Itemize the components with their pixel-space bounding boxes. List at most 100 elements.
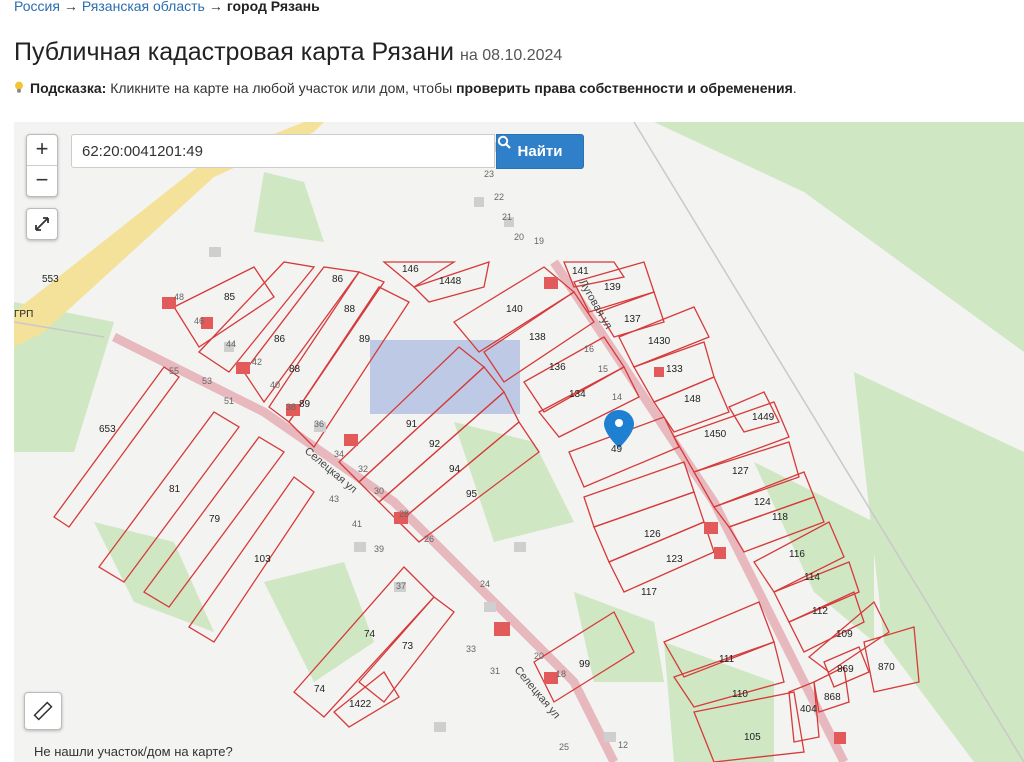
house-number: 14 xyxy=(612,392,622,402)
parcel-label: 91 xyxy=(406,419,418,430)
measure-button[interactable] xyxy=(24,692,62,730)
house-number: 36 xyxy=(314,419,324,429)
house-number: 15 xyxy=(598,364,608,374)
not-found-link[interactable]: Не нашли участок/дом на карте? xyxy=(34,744,233,759)
house-number: 38 xyxy=(286,402,296,412)
parcel-label: 1449 xyxy=(752,412,775,423)
house-number: 21 xyxy=(502,212,512,222)
parcel-label: 110 xyxy=(732,689,748,700)
house-number: 33 xyxy=(466,644,476,654)
parcel-label: 94 xyxy=(449,464,461,475)
parcel-label: 116 xyxy=(789,549,805,560)
page-title-date: на 08.10.2024 xyxy=(460,47,563,64)
house-number: 24 xyxy=(480,579,490,589)
cadastral-number-input[interactable] xyxy=(71,134,495,168)
hint-label: Подсказка: xyxy=(30,80,107,96)
zoom-in-button[interactable]: + xyxy=(27,135,57,166)
parcel-label: 81 xyxy=(169,484,181,495)
breadcrumb: Россия → Рязанская область → город Рязань xyxy=(14,0,320,14)
parcel-label: 86 xyxy=(332,274,344,285)
parcel-label: 136 xyxy=(549,362,566,373)
parcel-label: 869 xyxy=(837,664,854,675)
parcel-label: 404 xyxy=(800,704,817,715)
parcel-label: 109 xyxy=(836,629,853,640)
search-button[interactable]: Найти xyxy=(496,134,584,169)
house-number: 40 xyxy=(270,380,280,390)
breadcrumb-current: город Рязань xyxy=(226,0,320,14)
house-number: 42 xyxy=(252,357,262,367)
house-number: 22 xyxy=(494,192,504,202)
parcel-label: 133 xyxy=(666,364,683,375)
location-marker-icon[interactable] xyxy=(604,410,634,448)
search-icon xyxy=(497,135,511,149)
map-canvas[interactable]: 85 86 86 88 88 89 89 146 1448 140 138 14… xyxy=(14,122,1024,762)
house-number: 25 xyxy=(559,742,569,752)
parcel-label: 111 xyxy=(719,654,735,665)
house-number: 32 xyxy=(358,464,368,474)
house-number: 26 xyxy=(424,534,434,544)
house-number: 31 xyxy=(490,666,500,676)
parcel-label: 74 xyxy=(314,684,326,695)
parcel-label: 1450 xyxy=(704,429,727,440)
hint-end: . xyxy=(792,80,797,96)
fullscreen-button[interactable] xyxy=(26,208,58,240)
breadcrumb-link-country[interactable]: Россия xyxy=(14,0,60,14)
parcel-label: 103 xyxy=(254,554,271,565)
parcel-label: 89 xyxy=(359,334,371,345)
house-number: 20 xyxy=(534,651,544,661)
parcel-label: 138 xyxy=(529,332,546,343)
parcel-label: 1448 xyxy=(439,276,462,287)
zoom-out-button[interactable]: − xyxy=(27,166,57,196)
house-number: 12 xyxy=(618,740,628,750)
parcel-label: 137 xyxy=(624,314,641,325)
house-number: 44 xyxy=(226,339,236,349)
house-number: 20 xyxy=(514,232,524,242)
zoom-control: + − xyxy=(26,134,58,197)
parcel-label: 123 xyxy=(666,554,683,565)
house-number: 55 xyxy=(169,366,179,376)
parcel-label: 148 xyxy=(684,394,701,405)
house-number: 23 xyxy=(484,169,494,179)
parcel-label: 49 xyxy=(611,444,623,455)
breadcrumb-link-region[interactable]: Рязанская область xyxy=(82,0,205,14)
parcel-label: 134 xyxy=(569,389,586,400)
parcel-label: 112 xyxy=(812,606,828,617)
parcel-label: 870 xyxy=(878,662,895,673)
parcel-label: 1430 xyxy=(648,336,671,347)
house-number: 46 xyxy=(194,316,204,326)
parcel-label: 141 xyxy=(572,266,589,277)
ruler-icon xyxy=(33,701,53,721)
parcel-label: 653 xyxy=(99,424,116,435)
house-number: 28 xyxy=(399,509,409,519)
hint-bold-text: проверить права собственности и обремене… xyxy=(456,80,793,96)
house-number: 51 xyxy=(224,396,234,406)
parcel-label: 89 xyxy=(299,399,311,410)
breadcrumb-separator: → xyxy=(63,0,78,14)
parcel-label: 118 xyxy=(772,512,788,523)
parcel-label: 88 xyxy=(344,304,356,315)
parcel-label: 99 xyxy=(579,659,591,670)
expand-icon xyxy=(35,217,49,231)
cadastral-map[interactable]: 85 86 86 88 88 89 89 146 1448 140 138 14… xyxy=(14,122,1024,762)
parcel-label: 86 xyxy=(274,334,286,345)
parcel-label: 140 xyxy=(506,304,523,315)
parcel-label: 126 xyxy=(644,529,661,540)
lightbulb-icon xyxy=(15,81,23,93)
house-number: 30 xyxy=(374,486,384,496)
house-number: 37 xyxy=(396,581,406,591)
parcel-label: 92 xyxy=(429,439,441,450)
house-number: 18 xyxy=(556,669,566,679)
house-number: 34 xyxy=(334,449,344,459)
house-number: 16 xyxy=(584,344,594,354)
hint-text: Кликните на карте на любой участок или д… xyxy=(110,80,453,96)
parcel-label: 127 xyxy=(732,466,749,477)
parcel-label: 146 xyxy=(402,264,419,275)
house-number: 19 xyxy=(534,236,544,246)
house-number: 39 xyxy=(374,544,384,554)
parcel-label: 88 xyxy=(289,364,301,375)
parcel-label: 868 xyxy=(824,692,841,703)
parcel-label: 73 xyxy=(402,641,414,652)
page-title: Публичная кадастровая карта Рязани на 08.… xyxy=(14,38,562,67)
parcel-label: 85 xyxy=(224,292,236,303)
house-number: 48 xyxy=(174,292,184,302)
